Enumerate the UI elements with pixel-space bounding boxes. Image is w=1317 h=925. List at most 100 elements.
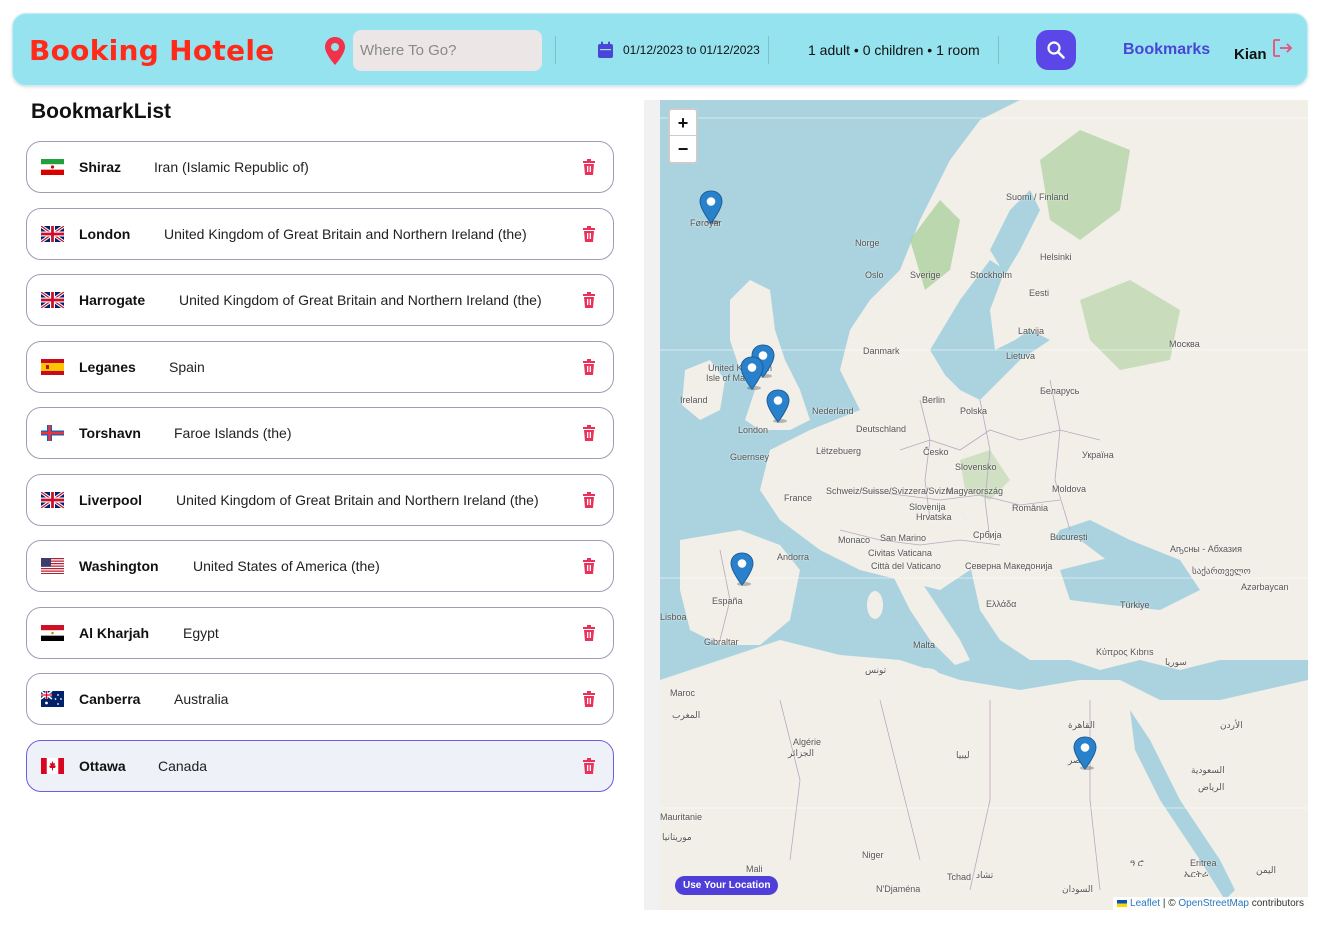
- map-label: საქართველო: [1192, 566, 1251, 576]
- map-label: Polska: [960, 406, 988, 416]
- bookmark-country: Australia: [174, 691, 229, 707]
- bookmark-city: Washington: [79, 558, 159, 574]
- map-label: الجزائر: [788, 748, 814, 758]
- trash-icon[interactable]: [582, 691, 596, 707]
- trash-icon[interactable]: [582, 425, 596, 441]
- brand-logo[interactable]: Booking Hotele: [29, 34, 275, 67]
- map-marker-icon[interactable]: [1073, 736, 1097, 770]
- ukraine-flag-icon: [1117, 899, 1128, 907]
- map-label: Città del Vaticano: [871, 561, 941, 571]
- date-range-picker[interactable]: 01/12/2023 to 01/12/2023: [623, 43, 760, 57]
- au-flag-icon: [41, 691, 64, 707]
- bookmark-city: Canberra: [79, 691, 141, 707]
- trash-icon[interactable]: [582, 159, 596, 175]
- map-marker-icon[interactable]: [740, 356, 764, 390]
- leaflet-map[interactable]: Føroyar Norge Suomi / Finland Oslo Sveri…: [660, 100, 1308, 910]
- map-label: București: [1050, 532, 1088, 542]
- bookmark-country: United Kingdom of Great Britain and Nort…: [179, 292, 542, 308]
- map-panel: Føroyar Norge Suomi / Finland Oslo Sveri…: [644, 100, 1308, 910]
- eg-flag-icon: [41, 624, 64, 641]
- osm-link[interactable]: OpenStreetMap: [1178, 898, 1249, 909]
- bookmark-item[interactable]: Harrogate United Kingdom of Great Britai…: [26, 274, 614, 326]
- leaflet-link[interactable]: Leaflet: [1130, 898, 1160, 909]
- map-label: المغرب: [672, 710, 701, 720]
- map-label: Беларусь: [1040, 386, 1080, 396]
- map-label: Nederland: [812, 406, 854, 416]
- bookmark-item[interactable]: Canberra Australia: [26, 673, 614, 725]
- map-marker-icon[interactable]: [730, 552, 754, 586]
- map-scrollbar[interactable]: [644, 100, 660, 910]
- map-label: Niger: [862, 850, 884, 860]
- bookmark-item[interactable]: Al Kharjah Egypt: [26, 606, 614, 659]
- map-label: Москва: [1169, 339, 1200, 349]
- map-label: Україна: [1082, 450, 1114, 460]
- search-button[interactable]: [1036, 30, 1076, 70]
- trash-icon[interactable]: [582, 558, 596, 574]
- map-label: Türkiye: [1120, 600, 1150, 610]
- map-label: Gibraltar: [704, 637, 739, 647]
- bookmark-city: Harrogate: [79, 292, 146, 308]
- map-label: Civitas Vaticana: [868, 548, 932, 558]
- bookmarks-link[interactable]: Bookmarks: [1123, 41, 1210, 59]
- map-marker-icon[interactable]: [766, 389, 790, 423]
- us-flag-icon: [41, 558, 64, 574]
- map-label: Monaco: [838, 535, 871, 545]
- header-divider: [768, 36, 769, 64]
- zoom-in-button[interactable]: +: [670, 110, 696, 136]
- map-label: Česko: [923, 447, 949, 457]
- map-label: Ελλάδα: [986, 599, 1017, 609]
- trash-icon[interactable]: [582, 292, 596, 308]
- map-label: Schweiz/Suisse/Svizzera/Svizra: [826, 486, 954, 496]
- map-label: Slovensko: [955, 462, 997, 472]
- map-label: تونس: [865, 665, 887, 675]
- map-marker-icon[interactable]: [699, 190, 723, 224]
- destination-search-input[interactable]: [353, 30, 542, 71]
- map-label: Berlin: [922, 395, 946, 405]
- header-divider: [998, 36, 999, 64]
- map-label: London: [738, 425, 769, 435]
- fo-flag-icon: [41, 425, 64, 441]
- map-label: Србија: [973, 530, 1002, 540]
- map-label: Eritrea: [1190, 858, 1217, 868]
- bookmark-item[interactable]: Liverpool United Kingdom of Great Britai…: [26, 473, 614, 526]
- map-label: Norge: [855, 238, 880, 248]
- bookmark-item[interactable]: Washington United States of America (the…: [26, 540, 614, 592]
- bookmark-country: United States of America (the): [193, 558, 380, 574]
- trash-icon[interactable]: [582, 757, 596, 774]
- attribution-contributors: contributors: [1251, 898, 1304, 909]
- map-label: Suomi / Finland: [1006, 192, 1069, 202]
- map-label: Аҧсны - Абхазия: [1170, 544, 1242, 554]
- map-label: San Marino: [880, 533, 927, 543]
- trash-icon[interactable]: [582, 624, 596, 641]
- map-label: Lëtzebuerg: [816, 446, 862, 456]
- zoom-out-button[interactable]: −: [670, 136, 696, 162]
- trash-icon[interactable]: [582, 491, 596, 508]
- header-divider: [555, 36, 556, 64]
- map-label: Lietuva: [1006, 351, 1036, 361]
- location-pin-icon: [325, 37, 345, 65]
- bookmark-item[interactable]: London United Kingdom of Great Britain a…: [26, 207, 614, 260]
- map-label: ዓ ሮ: [1130, 858, 1144, 868]
- calendar-icon[interactable]: [597, 41, 614, 59]
- use-location-button[interactable]: Use Your Location: [675, 876, 779, 895]
- bookmark-country: United Kingdom of Great Britain and Nort…: [176, 491, 539, 508]
- bookmark-list: Shiraz Iran (Islamic Republic of) London…: [26, 141, 614, 806]
- trash-icon[interactable]: [582, 225, 596, 242]
- logout-icon[interactable]: [1272, 38, 1294, 58]
- trash-icon[interactable]: [582, 358, 596, 375]
- map-label: Κύπρος Kıbrıs: [1096, 647, 1154, 657]
- map-label: Magyarország: [946, 486, 1004, 496]
- bookmark-item[interactable]: Torshavn Faroe Islands (the): [26, 407, 614, 459]
- map-label: Slovenija: [909, 502, 946, 512]
- map-label: الرياض: [1198, 782, 1225, 792]
- map-label: Maroc: [670, 688, 696, 698]
- map-label: Ireland: [680, 395, 708, 405]
- map-label: السعودية: [1191, 765, 1225, 775]
- bookmark-item[interactable]: Shiraz Iran (Islamic Republic of): [26, 141, 614, 193]
- map-label: Latvija: [1018, 326, 1045, 336]
- bookmark-item[interactable]: Leganes Spain: [26, 340, 614, 393]
- bookmark-city: Liverpool: [79, 491, 143, 508]
- map-label: N'Djaména: [876, 884, 921, 894]
- bookmark-item-active[interactable]: Ottawa Canada: [26, 739, 614, 792]
- guest-options[interactable]: 1 adult • 0 children • 1 room: [808, 42, 980, 58]
